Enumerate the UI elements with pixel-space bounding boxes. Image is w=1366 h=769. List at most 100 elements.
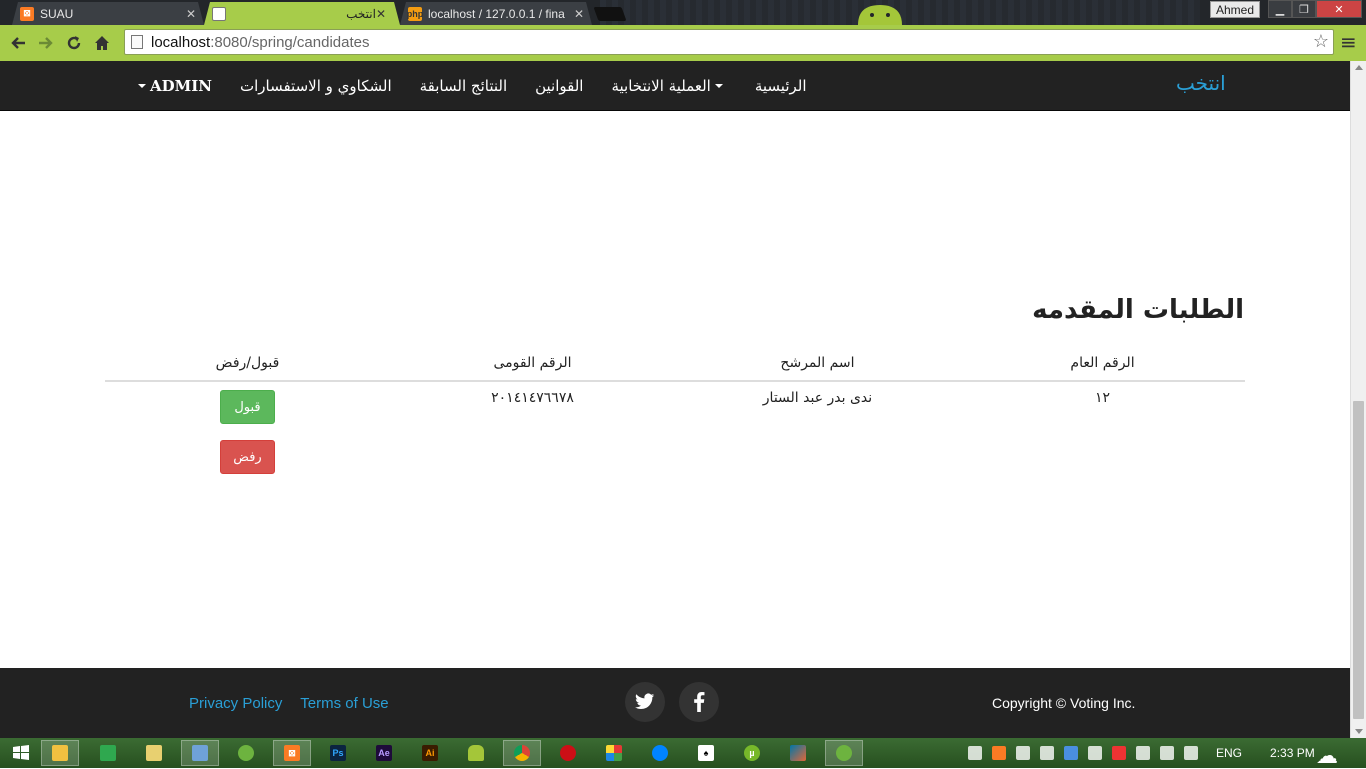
taskbar-virtualbox[interactable] — [181, 740, 219, 766]
tab-suau[interactable]: ⊠ SUAU ✕ — [12, 2, 204, 25]
forward-icon[interactable] — [32, 29, 60, 57]
close-icon[interactable]: ✕ — [376, 7, 386, 21]
spring-icon — [836, 745, 852, 761]
cards-icon: ♠ — [698, 745, 714, 761]
nav-previous-results[interactable]: النتائج السابقة — [406, 77, 521, 95]
site-footer: Privacy Policy Terms of Use Copyright © … — [0, 668, 1350, 738]
nav-home[interactable]: الرئيسية — [741, 77, 821, 95]
scroll-down-icon[interactable] — [1355, 729, 1363, 734]
bluetooth-icon[interactable] — [1064, 746, 1078, 760]
taskbar-messenger[interactable] — [641, 740, 679, 766]
language-indicator[interactable]: ENG — [1216, 746, 1242, 760]
facebook-icon[interactable] — [679, 682, 719, 722]
profile-button[interactable]: Ahmed — [1210, 1, 1260, 18]
scroll-up-icon[interactable] — [1355, 65, 1363, 70]
bookmark-star-icon[interactable]: ☆ — [1313, 31, 1329, 52]
usb-icon[interactable] — [1016, 746, 1030, 760]
nav-admin[interactable]: ADMIN — [120, 77, 226, 95]
taskbar-illustrator[interactable]: Ai — [411, 740, 449, 766]
home-icon[interactable] — [88, 29, 116, 57]
phpmyadmin-icon: php — [406, 8, 424, 19]
taskbar-files[interactable] — [135, 740, 173, 766]
footer-links: Privacy Policy Terms of Use — [189, 695, 403, 712]
taskbar-chrome[interactable] — [503, 740, 541, 766]
address-bar[interactable]: localhost:8080/spring/candidates ☆ — [124, 29, 1334, 55]
header-general-number: الرقم العام — [960, 345, 1245, 382]
store-icon — [100, 745, 116, 761]
tab-title: انتخب — [346, 6, 376, 21]
tab-title: SUAU — [40, 6, 74, 21]
minimize-button[interactable]: ▁ — [1268, 0, 1292, 18]
taskbar-opera[interactable] — [549, 740, 587, 766]
reject-button[interactable]: رفض — [220, 440, 275, 474]
taskbar-android-studio[interactable] — [457, 740, 495, 766]
cell-candidate-name: ندى بدر عبد الستار — [762, 390, 873, 406]
cell-general-number: ١٢ — [1094, 390, 1111, 406]
caret-down-icon — [138, 84, 146, 88]
flag-icon[interactable] — [1040, 746, 1054, 760]
xampp-icon: ⊠ — [20, 7, 34, 21]
close-window-button[interactable]: ✕ — [1316, 0, 1362, 18]
taskbar-spring[interactable] — [227, 740, 265, 766]
site-navbar: انتخب الرئيسية العملية الانتخابية القوان… — [0, 61, 1350, 111]
windows-logo-icon — [13, 745, 29, 760]
taskbar-matlab[interactable] — [779, 740, 817, 766]
browser-tab-strip: ⊠ SUAU ✕ ✕ انتخب php localhost / 127.0.0… — [0, 0, 1366, 25]
virtualbox-icon — [192, 745, 208, 761]
url-path: :8080/spring/candidates — [210, 33, 370, 51]
taskbar-after-effects[interactable]: Ae — [365, 740, 403, 766]
onedrive-icon[interactable] — [1160, 746, 1174, 760]
privacy-policy-link[interactable]: Privacy Policy — [189, 695, 282, 712]
taskbar-solitaire[interactable]: ♠ — [687, 740, 725, 766]
taskbar-spring-2[interactable] — [825, 740, 863, 766]
accept-button[interactable]: قبول — [220, 390, 275, 424]
new-tab-button[interactable] — [593, 7, 627, 21]
spring-icon — [238, 745, 254, 761]
window-controls: ▁ ❐ ✕ — [1268, 0, 1362, 18]
reload-icon[interactable] — [60, 29, 88, 57]
cloud-icon[interactable]: ☁ — [1316, 744, 1338, 769]
taskbar-photoshop[interactable]: Ps — [319, 740, 357, 766]
taskbar-app[interactable] — [595, 740, 633, 766]
page-favicon-icon — [212, 7, 226, 21]
battery-icon[interactable] — [1136, 746, 1150, 760]
page-scrollbar[interactable] — [1350, 61, 1366, 738]
windows-icon[interactable] — [968, 746, 982, 760]
taskbar-utorrent[interactable]: µ — [733, 740, 771, 766]
utorrent-icon: µ — [744, 745, 760, 761]
nav-complaints[interactable]: الشكاوي و الاستفسارات — [226, 77, 406, 95]
taskbar-store[interactable] — [89, 740, 127, 766]
clock[interactable]: 2:33 PM — [1270, 746, 1315, 760]
requests-table: الرقم العام اسم المرشح الرقم القومى قبول… — [105, 345, 1245, 474]
site-brand[interactable]: انتخب — [1176, 71, 1226, 95]
system-tray: ENG 2:33 PM — [968, 738, 1315, 768]
browser-toolbar: localhost:8080/spring/candidates ☆ ≡ — [0, 25, 1366, 61]
chrome-icon — [514, 745, 530, 761]
taskbar-xampp[interactable]: ⊠ — [273, 740, 311, 766]
terms-of-use-link[interactable]: Terms of Use — [300, 695, 388, 712]
table-header-row: الرقم العام اسم المرشح الرقم القومى قبول… — [105, 345, 1245, 382]
twitter-icon[interactable] — [625, 682, 665, 722]
nav-election-process[interactable]: العملية الانتخابية — [597, 77, 740, 95]
chrome-menu-icon[interactable]: ≡ — [1340, 30, 1357, 54]
tab-title: localhost / 127.0.0.1 / fina — [428, 6, 565, 21]
illustrator-icon: Ai — [422, 745, 438, 761]
back-icon[interactable] — [4, 29, 32, 57]
volume-icon[interactable] — [1184, 746, 1198, 760]
start-button[interactable] — [2, 740, 40, 766]
close-icon[interactable]: ✕ — [186, 7, 196, 21]
scrollbar-thumb[interactable] — [1353, 401, 1364, 719]
nav-laws[interactable]: القوانين — [521, 77, 597, 95]
taskbar-file-explorer[interactable] — [41, 740, 79, 766]
matlab-icon — [790, 745, 806, 761]
restore-button[interactable]: ❐ — [1292, 0, 1316, 18]
wifi-off-icon[interactable] — [1112, 746, 1126, 760]
network-icon[interactable] — [1088, 746, 1102, 760]
web-page: انتخب الرئيسية العملية الانتخابية القوان… — [0, 61, 1350, 738]
tab-intakhib[interactable]: ✕ انتخب — [204, 2, 400, 25]
photoshop-icon: Ps — [330, 745, 346, 761]
tab-phpmyadmin[interactable]: php localhost / 127.0.0.1 / fina ✕ — [400, 2, 592, 25]
xampp-tray-icon[interactable] — [992, 746, 1006, 760]
nav-admin-label: ADMIN — [150, 77, 212, 95]
close-icon[interactable]: ✕ — [574, 7, 584, 21]
